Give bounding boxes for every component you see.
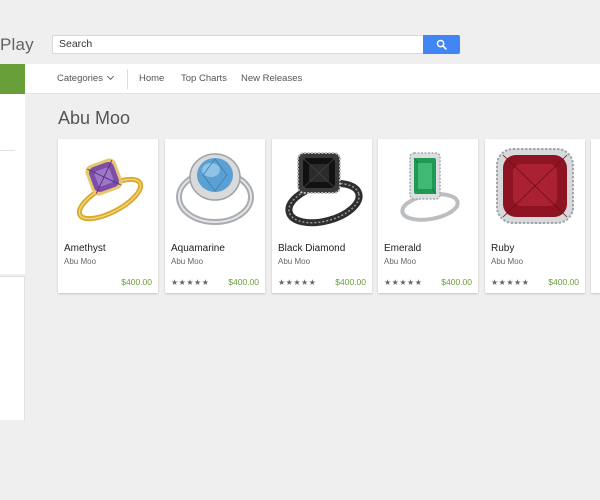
nav-top-charts[interactable]: Top Charts: [181, 73, 227, 84]
product-title[interactable]: Ruby: [491, 243, 514, 254]
page-title: Abu Moo: [58, 108, 131, 128]
nav-categories[interactable]: Categories: [57, 72, 114, 84]
product-seller[interactable]: Abu Moo: [278, 257, 310, 266]
search-icon: [436, 39, 447, 50]
search-placeholder: Search: [59, 38, 93, 50]
product-card-amethyst[interactable]: Amethyst Abu Moo $400.00: [58, 139, 158, 293]
product-card-black-diamond[interactable]: Black Diamond Abu Moo ★★★★★ $400.00: [272, 139, 372, 293]
emerald-ring-image: [400, 152, 460, 222]
amethyst-ring-image: [76, 158, 144, 222]
top-bar: Play Search: [0, 26, 600, 64]
rating-stars: ★★★★★: [278, 278, 317, 287]
product-card-ruby[interactable]: Ruby Abu Moo ★★★★★ $400.00: [485, 139, 585, 293]
product-price[interactable]: $400.00: [548, 277, 579, 287]
product-seller[interactable]: Abu Moo: [171, 257, 203, 266]
aquamarine-ring-image: [176, 153, 254, 225]
product-card-partial[interactable]: [591, 139, 600, 293]
product-card-aquamarine[interactable]: Aquamarine Abu Moo ★★★★★ $400.00: [165, 139, 265, 293]
sidebar-lower-panel: [0, 276, 25, 420]
nav-bar: Categories Home Top Charts New Releases: [25, 64, 600, 94]
rating-stars: ★★★★★: [171, 278, 210, 287]
product-title[interactable]: Amethyst: [64, 243, 106, 254]
rating-stars: ★★★★★: [491, 278, 530, 287]
rating-stars: ★★★★★: [384, 278, 423, 287]
product-price[interactable]: $400.00: [441, 277, 472, 287]
product-price[interactable]: $400.00: [228, 277, 259, 287]
product-seller[interactable]: Abu Moo: [64, 257, 96, 266]
search-button[interactable]: [423, 35, 460, 54]
ruby-ring-image: [496, 148, 574, 224]
nav-divider: [127, 69, 128, 89]
sidebar-panel: [0, 94, 25, 274]
product-price[interactable]: $400.00: [121, 277, 152, 287]
product-price[interactable]: $400.00: [335, 277, 366, 287]
nav-categories-label: Categories: [57, 73, 103, 84]
store-logo[interactable]: Play: [0, 35, 34, 55]
sidebar-divider: [0, 150, 15, 151]
black-diamond-ring-image: [285, 152, 363, 227]
search-input[interactable]: Search: [52, 35, 424, 54]
sidebar-active-item[interactable]: [0, 64, 25, 94]
chevron-down-icon: [106, 72, 114, 81]
product-title[interactable]: Emerald: [384, 243, 421, 254]
product-title[interactable]: Aquamarine: [171, 243, 225, 254]
nav-new-releases[interactable]: New Releases: [241, 73, 302, 84]
nav-home[interactable]: Home: [139, 73, 164, 84]
product-seller[interactable]: Abu Moo: [384, 257, 416, 266]
product-card-emerald[interactable]: Emerald Abu Moo ★★★★★ $400.00: [378, 139, 478, 293]
product-seller[interactable]: Abu Moo: [491, 257, 523, 266]
product-title[interactable]: Black Diamond: [278, 243, 345, 254]
